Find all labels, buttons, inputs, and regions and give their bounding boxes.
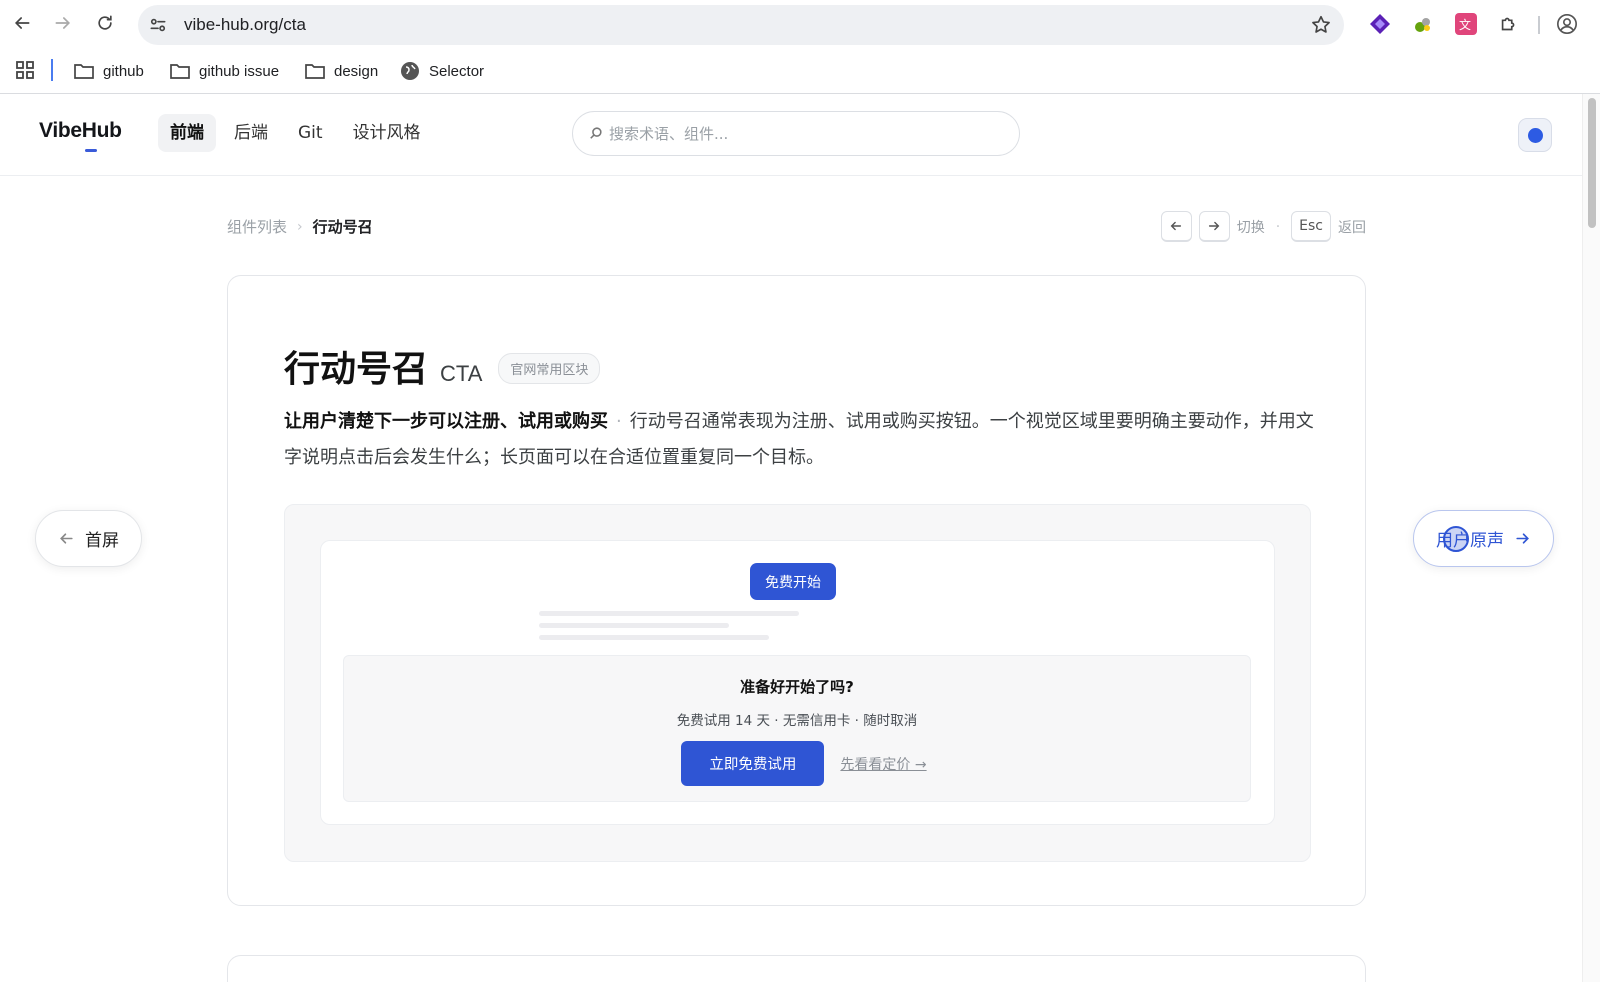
arrow-right-icon [1516,533,1529,544]
cursor-indicator [1443,526,1469,552]
forward-icon[interactable] [50,10,76,36]
bookmark-label: github [103,62,144,80]
breadcrumb: 组件列表 › 行动号召 [227,216,373,237]
description-separator: · [616,411,622,432]
extension-translate-icon[interactable]: 文 [1455,13,1477,35]
extension-tools-icon[interactable] [1412,13,1434,35]
logo-accent [85,149,97,152]
preview-canvas: 免费开始 准备好开始了吗? 免费试用 14 天 · 无需信用卡 · 随时取消 立… [320,540,1275,825]
cta-banner: 准备好开始了吗? 免费试用 14 天 · 无需信用卡 · 随时取消 立即免费试用… [343,655,1251,802]
start-free-trial-button[interactable]: 立即免费试用 [681,741,825,786]
keyboard-shortcuts: 切换 · Esc 返回 [1160,211,1366,242]
page-title-en: CTA [440,361,483,386]
breadcrumb-chevron-icon: › [297,218,303,235]
extension-diamond-icon[interactable] [1369,13,1391,35]
description-lead: 让用户清楚下一步可以注册、试用或购买 [284,411,608,432]
bookmarks-bar: github github issue design Selector [0,48,1600,94]
address-bar[interactable]: vibe-hub.org/cta [138,5,1344,45]
cta-title: 准备好开始了吗? [740,678,854,696]
next-section-card [227,955,1366,982]
nav-tab-frontend[interactable]: 前端 [158,114,216,152]
nav-tab-git[interactable]: Git [286,114,335,152]
nav-tab-design-style[interactable]: 设计风格 [341,114,433,152]
prev-page-button[interactable]: 首屏 [35,510,142,567]
cta-actions: 立即免费试用 先看看定价 → [344,741,1250,786]
breadcrumb-component-list[interactable]: 组件列表 [227,216,287,237]
arrow-right-icon [1209,221,1220,231]
arrow-left-icon [60,533,73,544]
view-pricing-link[interactable]: 先看看定价 → [840,754,926,774]
component-description: 让用户清楚下一步可以注册、试用或购买 · 行动号召通常表现为注册、试用或购买按钮。一… [284,404,1324,476]
folder-icon [74,64,94,79]
cta-subtitle: 免费试用 14 天 · 无需信用卡 · 随时取消 [676,713,918,729]
skeleton-line [539,623,729,628]
prev-key-button[interactable] [1160,211,1192,242]
bookmark-design[interactable]: design [304,58,378,84]
switch-label: 切换 [1236,219,1265,236]
category-badge: 官网常用区块 [498,352,601,384]
toolbar-divider [1538,16,1540,34]
extensions-puzzle-icon[interactable] [1498,13,1520,35]
reload-icon[interactable] [92,10,118,36]
page-scrollbar[interactable] [1582,94,1600,982]
next-page-button[interactable]: 用户原声 [1413,510,1554,567]
bookmark-label: github issue [199,62,280,80]
bookmark-selector[interactable]: Selector [399,58,484,84]
search-input[interactable] [609,112,999,155]
skeleton-line [539,611,799,616]
bookmarks-divider [51,59,53,81]
folder-icon [170,64,190,79]
component-preview: 免费开始 准备好开始了吗? 免费试用 14 天 · 无需信用卡 · 随时取消 立… [284,504,1311,862]
breadcrumb-current: 行动号召 [312,218,373,236]
next-key-button[interactable] [1198,211,1230,242]
search-box[interactable] [572,111,1020,156]
site-logo[interactable]: VibeHub [39,119,122,143]
esc-key-button[interactable]: Esc [1291,211,1331,242]
svg-text:文: 文 [1459,17,1471,32]
bookmark-label: design [334,62,379,80]
component-card: 行动号召 CTA 官网常用区块 让用户清楚下一步可以注册、试用或购买 · 行动号召通… [227,275,1366,906]
free-start-button[interactable]: 免费开始 [750,563,836,600]
folder-icon [305,64,325,79]
bookmark-label: Selector [429,62,485,80]
back-label: 返回 [1338,219,1366,236]
shortcut-separator: · [1275,218,1281,235]
component-title-row: 行动号召 CTA 官网常用区块 [284,340,601,392]
prev-page-label: 首屏 [85,531,119,551]
site-settings-icon[interactable] [148,15,168,35]
main-nav: 前端 后端 Git 设计风格 [158,114,433,152]
globe-icon [401,62,419,80]
scrollbar-thumb[interactable] [1588,98,1596,228]
bookmark-github-issue[interactable]: github issue [169,58,279,84]
bookmark-star-icon[interactable] [1310,14,1332,36]
bookmark-github[interactable]: github [73,58,144,84]
profile-icon[interactable] [1556,13,1578,35]
skeleton-line [539,635,769,640]
back-icon[interactable] [9,10,35,36]
site-header: VibeHub 前端 后端 Git 设计风格 [0,94,1582,176]
theme-dot-icon [1527,127,1543,143]
page-title: 行动号召 [284,349,429,390]
url-text[interactable]: vibe-hub.org/cta [184,5,306,45]
theme-toggle-button[interactable] [1518,118,1552,152]
browser-toolbar: vibe-hub.org/cta 文 [0,0,1600,48]
arrow-left-icon [1170,221,1182,231]
search-icon [590,127,602,139]
nav-tab-backend[interactable]: 后端 [222,114,280,152]
apps-grid-icon[interactable] [15,60,35,80]
